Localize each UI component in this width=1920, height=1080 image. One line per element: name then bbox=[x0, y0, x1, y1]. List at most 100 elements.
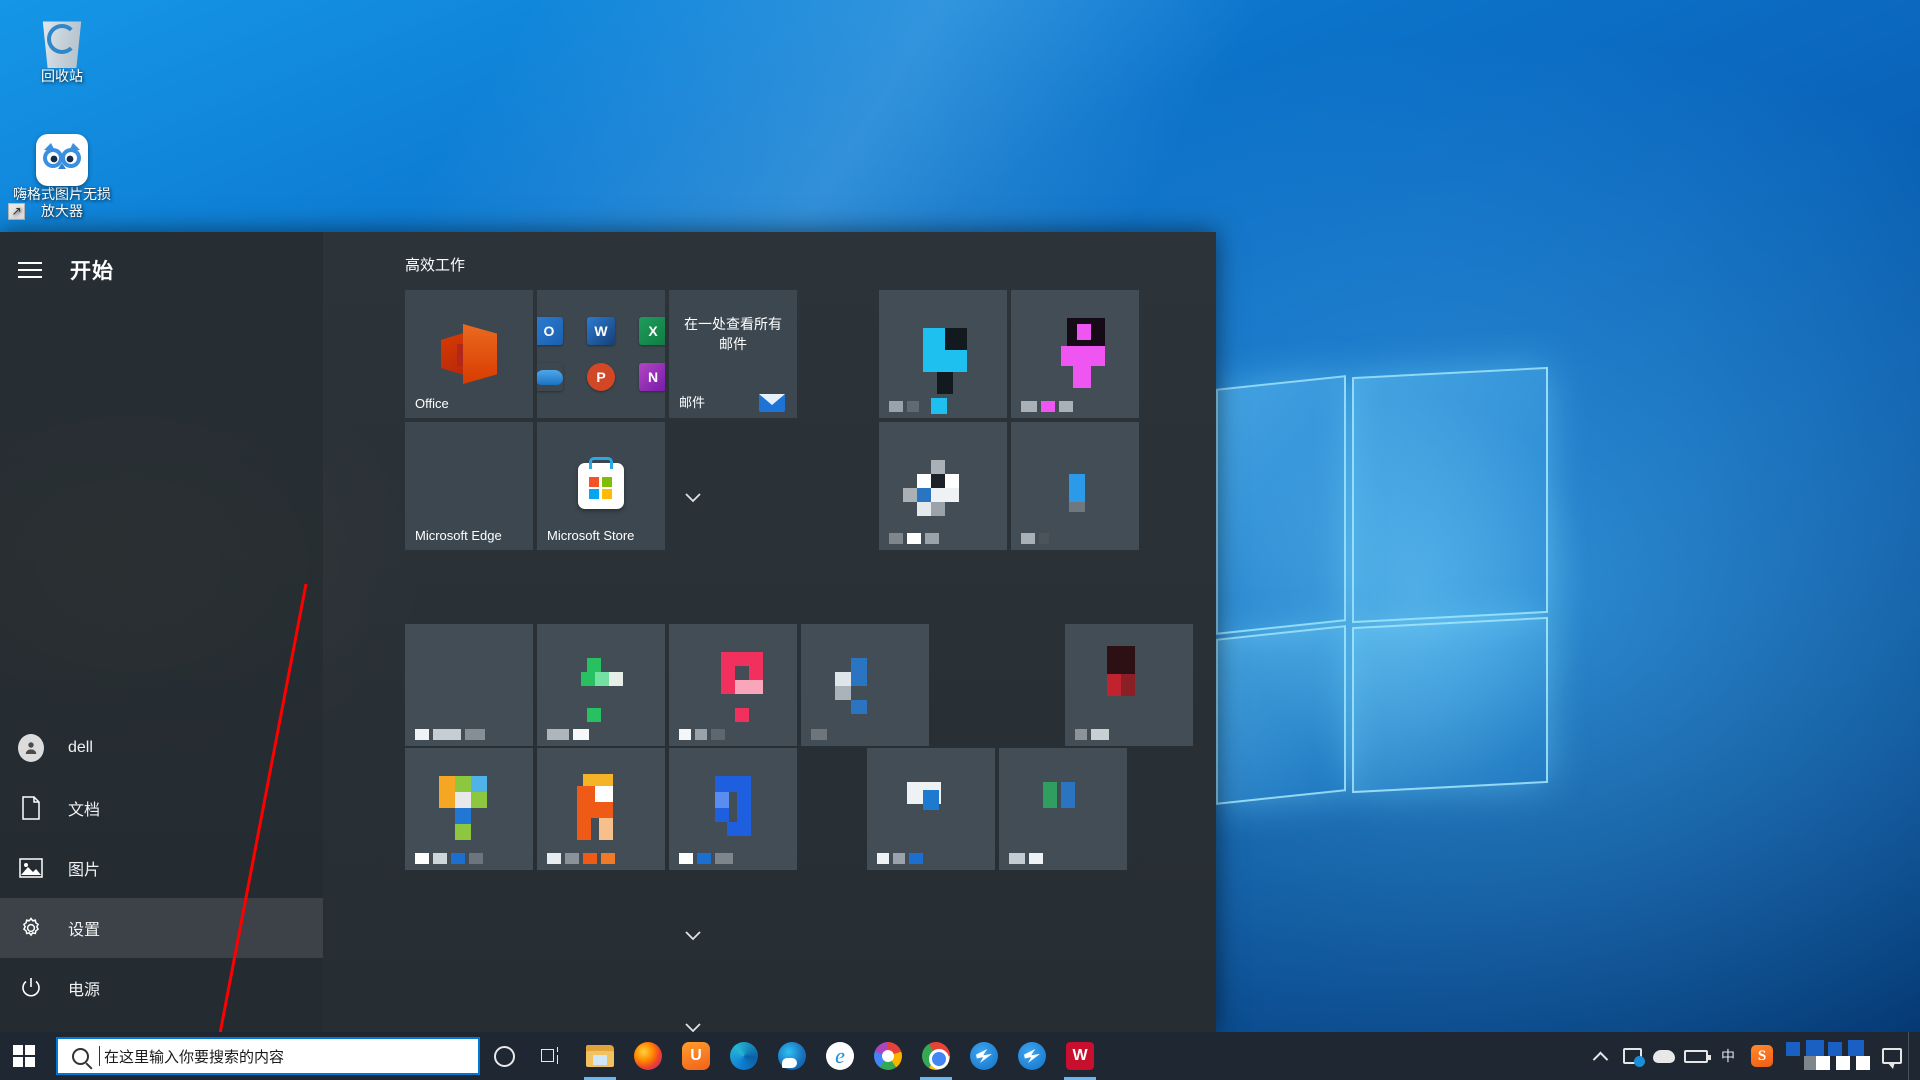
start-button[interactable] bbox=[0, 1032, 48, 1080]
censored-tile[interactable] bbox=[879, 290, 1007, 418]
taskbar[interactable]: 在这里输入你要搜索的内容 U e W bbox=[0, 1032, 1920, 1080]
windows-logo-icon bbox=[13, 1045, 35, 1067]
folder-icon bbox=[586, 1045, 614, 1067]
taskbar-wps-office[interactable]: W bbox=[1056, 1032, 1104, 1080]
gear-icon bbox=[18, 915, 44, 941]
shortcut-arrow-icon: ↗ bbox=[8, 203, 25, 220]
action-center-button[interactable] bbox=[1876, 1032, 1908, 1080]
system-tray: 中 S bbox=[1584, 1032, 1920, 1080]
sidebar-item-label: 设置 bbox=[68, 916, 100, 940]
censored-tile[interactable] bbox=[801, 624, 929, 746]
tile-office[interactable]: Office bbox=[405, 290, 533, 418]
power-icon bbox=[18, 975, 44, 1001]
wallpaper-pane bbox=[1216, 375, 1346, 635]
start-menu-header: 开始 bbox=[0, 240, 323, 300]
network-status-button[interactable] bbox=[1616, 1032, 1648, 1080]
censored-tile[interactable] bbox=[669, 748, 797, 870]
desktop-icon-label: 回收站 bbox=[8, 68, 116, 85]
sidebar-item-label: 文档 bbox=[68, 796, 100, 820]
taskbar-task-view[interactable] bbox=[528, 1032, 576, 1080]
censored-tile[interactable] bbox=[1065, 624, 1193, 746]
sidebar-item-pictures[interactable]: 图片 bbox=[0, 838, 323, 898]
censored-tile[interactable] bbox=[405, 624, 533, 746]
task-view-icon bbox=[541, 1047, 563, 1065]
ie-icon: e bbox=[826, 1042, 854, 1070]
tile-microsoft-store[interactable]: Microsoft Store bbox=[537, 422, 665, 550]
sidebar-item-power[interactable]: 电源 bbox=[0, 958, 323, 1018]
uc-browser-icon: U bbox=[682, 1042, 710, 1070]
censored-tile[interactable] bbox=[999, 748, 1127, 870]
store-icon bbox=[578, 463, 624, 509]
mail-tile-headline: 在一处查看所有邮件 bbox=[669, 314, 797, 354]
excel-icon: X bbox=[639, 317, 665, 345]
censored-tile[interactable] bbox=[405, 748, 533, 870]
battery-button[interactable] bbox=[1680, 1032, 1712, 1080]
ime-mode-button[interactable]: 中 bbox=[1712, 1032, 1744, 1080]
desktop-icon-recycle-bin[interactable]: 回收站 bbox=[8, 10, 116, 85]
wps-icon: W bbox=[1066, 1042, 1094, 1070]
taskbar-microsoft-edge[interactable] bbox=[720, 1032, 768, 1080]
tile-microsoft-edge[interactable]: Microsoft Edge bbox=[405, 422, 533, 550]
taskbar-firefox[interactable] bbox=[624, 1032, 672, 1080]
taskbar-uc-browser[interactable]: U bbox=[672, 1032, 720, 1080]
group-expander-1[interactable] bbox=[683, 488, 703, 508]
censored-tile[interactable] bbox=[867, 748, 995, 870]
sidebar-item-settings[interactable]: 设置 bbox=[0, 898, 323, 958]
qq-browser-icon bbox=[778, 1042, 806, 1070]
clock[interactable] bbox=[1780, 1032, 1876, 1080]
recycle-bin-icon bbox=[8, 10, 116, 68]
tile-label: Microsoft Store bbox=[547, 528, 634, 543]
taskbar-google-chrome[interactable] bbox=[912, 1032, 960, 1080]
onedrive-button[interactable] bbox=[1648, 1032, 1680, 1080]
chevron-down-icon bbox=[685, 1023, 701, 1032]
tile-office-apps[interactable]: O W X P N bbox=[537, 290, 665, 418]
chevron-down-icon bbox=[685, 493, 701, 503]
office-logo-icon bbox=[441, 324, 497, 384]
sidebar-item-user[interactable]: dell bbox=[0, 718, 323, 778]
taskbar-chromium-browser[interactable] bbox=[864, 1032, 912, 1080]
taskbar-cortana[interactable] bbox=[480, 1032, 528, 1080]
tile-label: Microsoft Edge bbox=[415, 528, 502, 543]
group-expander-4[interactable] bbox=[683, 1018, 703, 1032]
hamburger-icon[interactable] bbox=[18, 262, 42, 278]
start-menu[interactable]: 开始 dell bbox=[0, 232, 1216, 1032]
taskbar-file-explorer[interactable] bbox=[576, 1032, 624, 1080]
sidebar-item-label: dell bbox=[68, 739, 93, 757]
start-menu-rail-items: dell 文档 图 bbox=[0, 718, 323, 1018]
show-desktop-button[interactable] bbox=[1908, 1032, 1916, 1080]
desktop-icon-image-upscaler[interactable]: ↗ 嗨格式图片无损放大器 bbox=[8, 128, 116, 220]
censored-tile[interactable] bbox=[537, 748, 665, 870]
sogou-input-button[interactable]: S bbox=[1744, 1032, 1780, 1080]
search-input[interactable]: 在这里输入你要搜索的内容 bbox=[56, 1037, 480, 1075]
chevron-down-icon bbox=[685, 931, 701, 941]
censored-tile[interactable] bbox=[1011, 290, 1139, 418]
envelope-icon bbox=[759, 394, 785, 412]
censored-tile[interactable] bbox=[537, 624, 665, 746]
picture-icon bbox=[18, 855, 44, 881]
battery-icon bbox=[1684, 1050, 1708, 1063]
taskbar-internet-explorer[interactable]: e bbox=[816, 1032, 864, 1080]
tile-mail[interactable]: 在一处查看所有邮件 邮件 bbox=[669, 290, 797, 418]
person-glyph bbox=[22, 739, 40, 757]
censored-tile[interactable] bbox=[669, 624, 797, 746]
dingtalk-icon bbox=[1018, 1042, 1046, 1070]
sidebar-item-documents[interactable]: 文档 bbox=[0, 778, 323, 838]
taskbar-dingtalk-2[interactable] bbox=[1008, 1032, 1056, 1080]
tile-grid: Office O W X P N 在一处查看所有邮件 邮件 Micros bbox=[323, 232, 1216, 1032]
outlook-icon: O bbox=[537, 317, 563, 345]
taskbar-qq-browser[interactable] bbox=[768, 1032, 816, 1080]
group-expander-3[interactable] bbox=[683, 926, 703, 946]
wallpaper-pane bbox=[1352, 367, 1548, 623]
cortana-icon bbox=[494, 1046, 515, 1067]
censored-tile[interactable] bbox=[1011, 422, 1139, 550]
onedrive-icon bbox=[537, 363, 563, 391]
firefox-icon bbox=[634, 1042, 662, 1070]
censored-tile[interactable] bbox=[879, 422, 1007, 550]
tile-label: Office bbox=[415, 396, 449, 411]
wallpaper-pane bbox=[1352, 617, 1548, 793]
chromium-icon bbox=[874, 1042, 902, 1070]
show-hidden-icons-button[interactable] bbox=[1584, 1032, 1616, 1080]
onenote-icon: N bbox=[639, 363, 665, 391]
taskbar-dingtalk[interactable] bbox=[960, 1032, 1008, 1080]
edge-icon bbox=[730, 1042, 758, 1070]
